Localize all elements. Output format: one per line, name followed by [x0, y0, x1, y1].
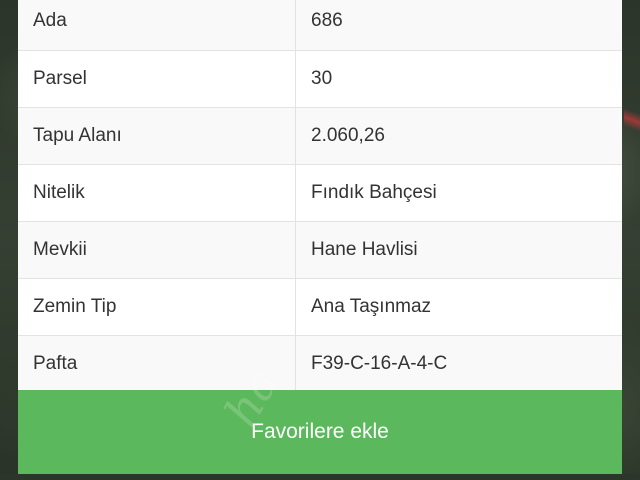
row-value: 2.060,26	[311, 125, 385, 146]
parcel-info-panel: Ada 686 Parsel 30 Tapu Alanı 2.060,26 Ni…	[18, 0, 622, 480]
row-label: Parsel	[18, 51, 296, 107]
add-to-favorites-button[interactable]: Favorilere ekle	[18, 390, 622, 474]
table-row: Nitelik Fındık Bahçesi	[18, 165, 622, 222]
table-row: Tapu Alanı 2.060,26	[18, 108, 622, 165]
row-label: Mevkii	[18, 222, 296, 278]
map-road-segment	[624, 100, 640, 140]
map-bottom-strip	[0, 474, 640, 480]
row-value: F39-C-16-A-4-C	[311, 353, 448, 374]
row-label: Nitelik	[18, 165, 296, 221]
table-row: Ada 686	[18, 0, 622, 51]
row-value: 686	[311, 10, 343, 31]
table-row: Mevkii Hane Havlisi	[18, 222, 622, 279]
row-label: Pafta	[18, 336, 296, 392]
row-label: Zemin Tip	[18, 279, 296, 335]
row-value: Hane Havlisi	[311, 239, 418, 260]
row-value: 30	[311, 68, 333, 89]
table-row: Pafta F39-C-16-A-4-C	[18, 336, 622, 393]
table-row: Zemin Tip Ana Taşınmaz	[18, 279, 622, 336]
row-label: Tapu Alanı	[18, 108, 296, 164]
table-row: Parsel 30	[18, 51, 622, 108]
row-value: Fındık Bahçesi	[311, 182, 437, 203]
row-label: Ada	[18, 0, 296, 50]
row-value: Ana Taşınmaz	[311, 296, 432, 317]
parcel-info-table: Ada 686 Parsel 30 Tapu Alanı 2.060,26 Ni…	[18, 0, 622, 393]
